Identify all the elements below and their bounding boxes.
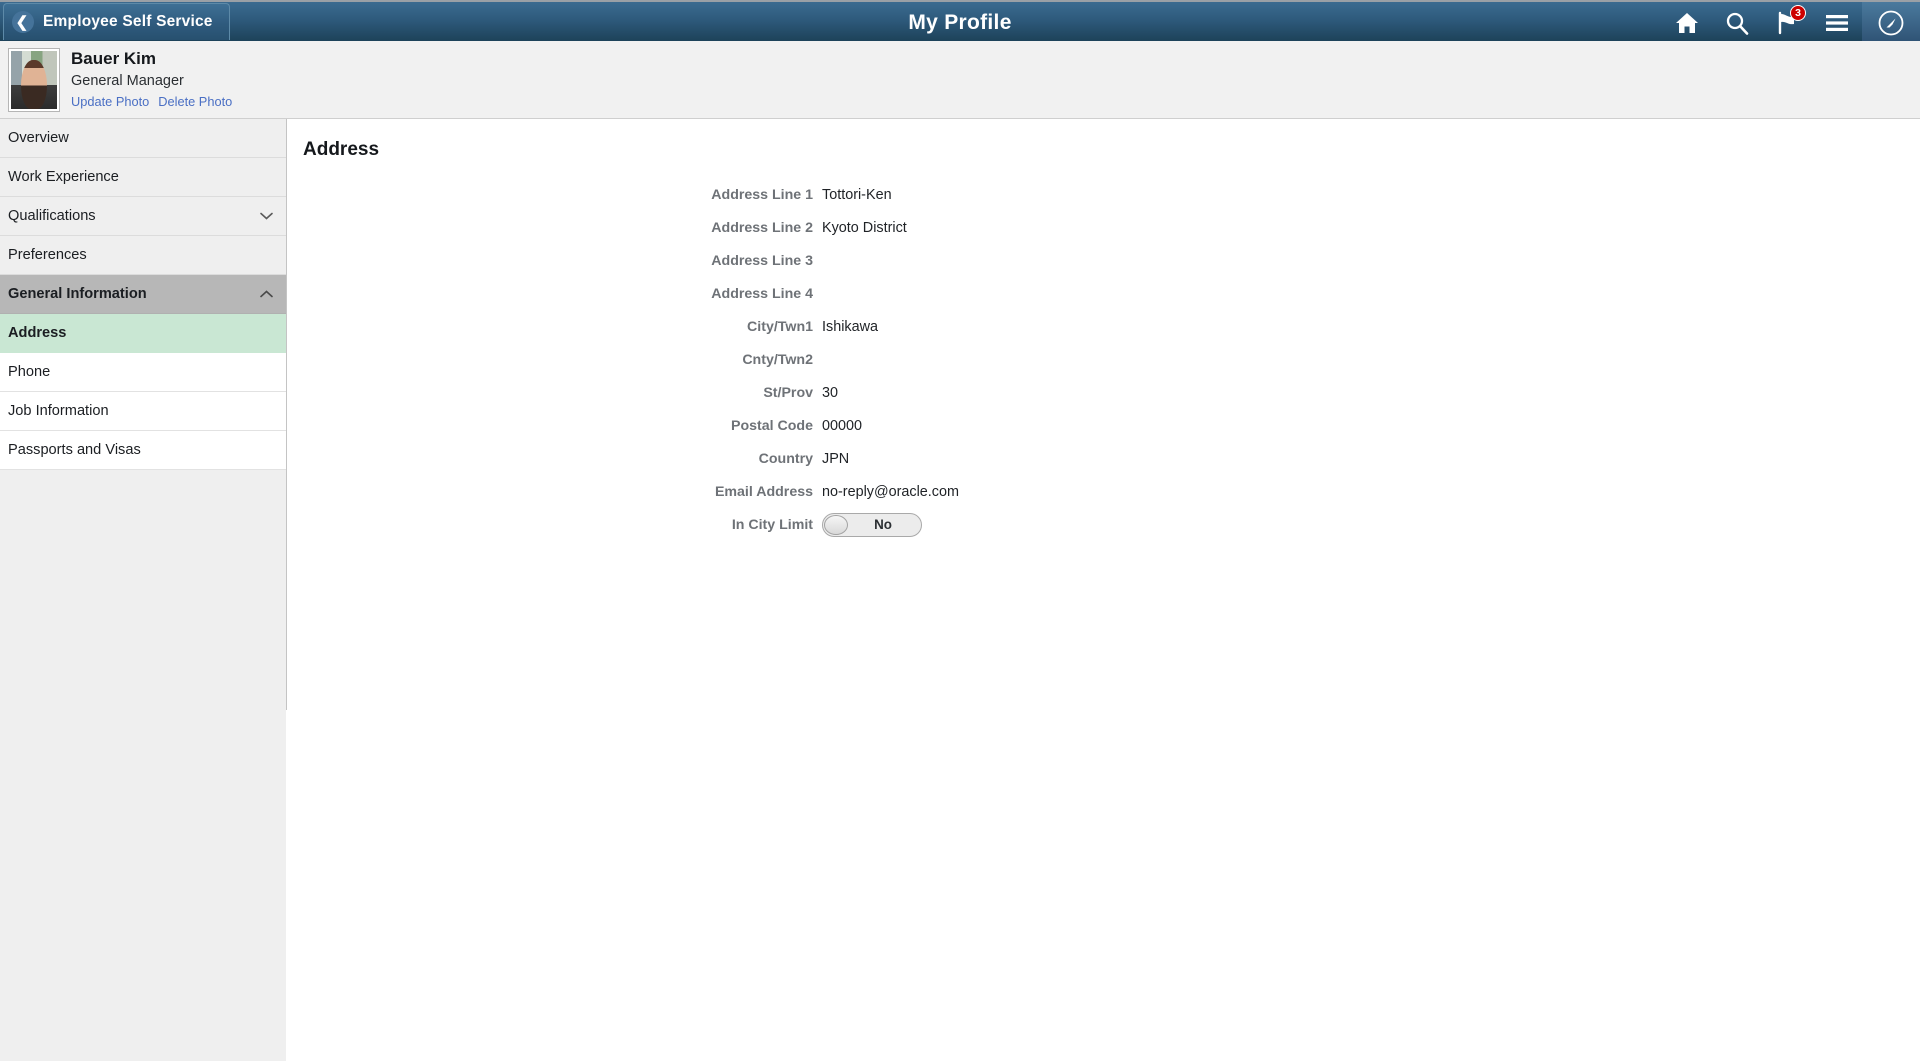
notification-count-badge: 3 [1790, 5, 1806, 21]
form-row: Country JPN [287, 447, 1920, 470]
sidebar-item-label: General Information [8, 286, 147, 302]
sidebar-item-label: Passports and Visas [8, 442, 141, 458]
employee-name: Bauer Kim [71, 49, 157, 68]
notifications-flag-icon[interactable]: 3 [1762, 2, 1812, 43]
field-value-city-twn1: Ishikawa [822, 318, 878, 335]
sidebar-item-preferences[interactable]: Preferences [0, 236, 286, 275]
sidebar-item-job-information[interactable]: Job Information [0, 392, 286, 431]
field-label-city-twn1: City/Twn1 [747, 318, 813, 335]
form-row: Address Line 1 Tottori-Ken [287, 183, 1920, 206]
field-label-address-line-4: Address Line 4 [711, 285, 813, 302]
search-icon[interactable] [1712, 2, 1762, 43]
field-label-address-line-1: Address Line 1 [711, 186, 813, 203]
field-label-address-line-3: Address Line 3 [711, 252, 813, 269]
sidebar-empty-space [0, 470, 286, 1061]
sidebar-item-label: Preferences [8, 247, 87, 263]
sidebar-item-label: Work Experience [8, 169, 119, 185]
in-city-limit-toggle[interactable]: No [822, 512, 922, 537]
field-label-country: Country [758, 450, 813, 467]
header-icon-group: 3 [1662, 2, 1920, 43]
sidebar-item-label: Qualifications [8, 208, 96, 224]
sidebar-item-phone[interactable]: Phone [0, 353, 286, 392]
left-navigation-sidebar: Overview Work Experience Qualifications … [0, 119, 287, 1061]
field-label-postal-code: Postal Code [731, 417, 813, 434]
field-label-address-line-2: Address Line 2 [711, 219, 813, 236]
form-row: St/Prov 30 [287, 381, 1920, 404]
form-row: Email Address no-reply@oracle.com [287, 480, 1920, 503]
employee-photo [11, 51, 57, 109]
actions-menu-icon[interactable] [1812, 2, 1862, 43]
sidebar-item-overview[interactable]: Overview [0, 119, 286, 158]
field-label-cnty-twn2: Cnty/Twn2 [742, 351, 813, 368]
sidebar-item-address[interactable]: Address [0, 314, 286, 353]
sidebar-item-qualifications[interactable]: Qualifications [0, 197, 286, 236]
sidebar-item-label: Overview [8, 130, 69, 146]
toggle-knob[interactable] [824, 514, 848, 535]
chevron-up-icon [260, 290, 274, 298]
avatar [8, 48, 60, 112]
back-to-employee-self-service-tab[interactable]: ❮ Employee Self Service [3, 3, 230, 40]
field-value-country: JPN [822, 450, 850, 467]
profile-info: Bauer Kim General Manager Update Photo D… [71, 48, 232, 109]
address-form: Address Line 1 Tottori-Ken Address Line … [287, 183, 1920, 537]
form-row: Address Line 3 [287, 249, 1920, 272]
panel-title: Address [303, 139, 380, 160]
field-value-st-prov: 30 [822, 384, 839, 401]
chevron-down-icon [260, 212, 274, 220]
form-row: Address Line 4 [287, 282, 1920, 305]
sidebar-item-label: Job Information [8, 403, 109, 419]
delete-photo-link[interactable]: Delete Photo [158, 94, 232, 109]
sidebar-item-general-information[interactable]: General Information [0, 275, 286, 314]
field-value-address-line-1: Tottori-Ken [822, 186, 892, 203]
field-label-st-prov: St/Prov [763, 384, 813, 401]
field-value-address-line-2: Kyoto District [822, 219, 907, 236]
sidebar-item-label: Address [8, 325, 67, 341]
address-panel: Address Address Line 1 Tottori-Ken Addre… [287, 119, 1920, 710]
sidebar-item-passports-and-visas[interactable]: Passports and Visas [0, 431, 286, 470]
page-title: My Profile [908, 10, 1012, 34]
field-value-email-address: no-reply@oracle.com [822, 483, 959, 500]
sidebar-item-label: Phone [8, 364, 51, 380]
form-row: Cnty/Twn2 [287, 348, 1920, 371]
back-tab-label: Employee Self Service [43, 13, 213, 30]
form-row: Postal Code 00000 [287, 414, 1920, 437]
profile-header: Bauer Kim General Manager Update Photo D… [0, 41, 1920, 119]
navbar-compass-icon[interactable] [1862, 2, 1920, 43]
toggle-value-label: No [874, 517, 892, 532]
field-label-email-address: Email Address [714, 483, 813, 500]
content-area: Overview Work Experience Qualifications … [0, 119, 1920, 1061]
field-value-postal-code: 00000 [822, 417, 863, 434]
employee-job-title: General Manager [71, 73, 184, 89]
update-photo-link[interactable]: Update Photo [71, 94, 149, 109]
form-row: In City Limit No [287, 512, 1920, 537]
app-header: ❮ Employee Self Service My Profile 3 [0, 0, 1920, 43]
home-icon[interactable] [1662, 2, 1712, 43]
field-label-in-city-limit: In City Limit [731, 516, 813, 533]
chevron-left-icon: ❮ [12, 11, 34, 33]
form-row: Address Line 2 Kyoto District [287, 216, 1920, 239]
photo-actions: Update Photo Delete Photo [71, 94, 232, 109]
form-row: City/Twn1 Ishikawa [287, 315, 1920, 338]
sidebar-item-work-experience[interactable]: Work Experience [0, 158, 286, 197]
